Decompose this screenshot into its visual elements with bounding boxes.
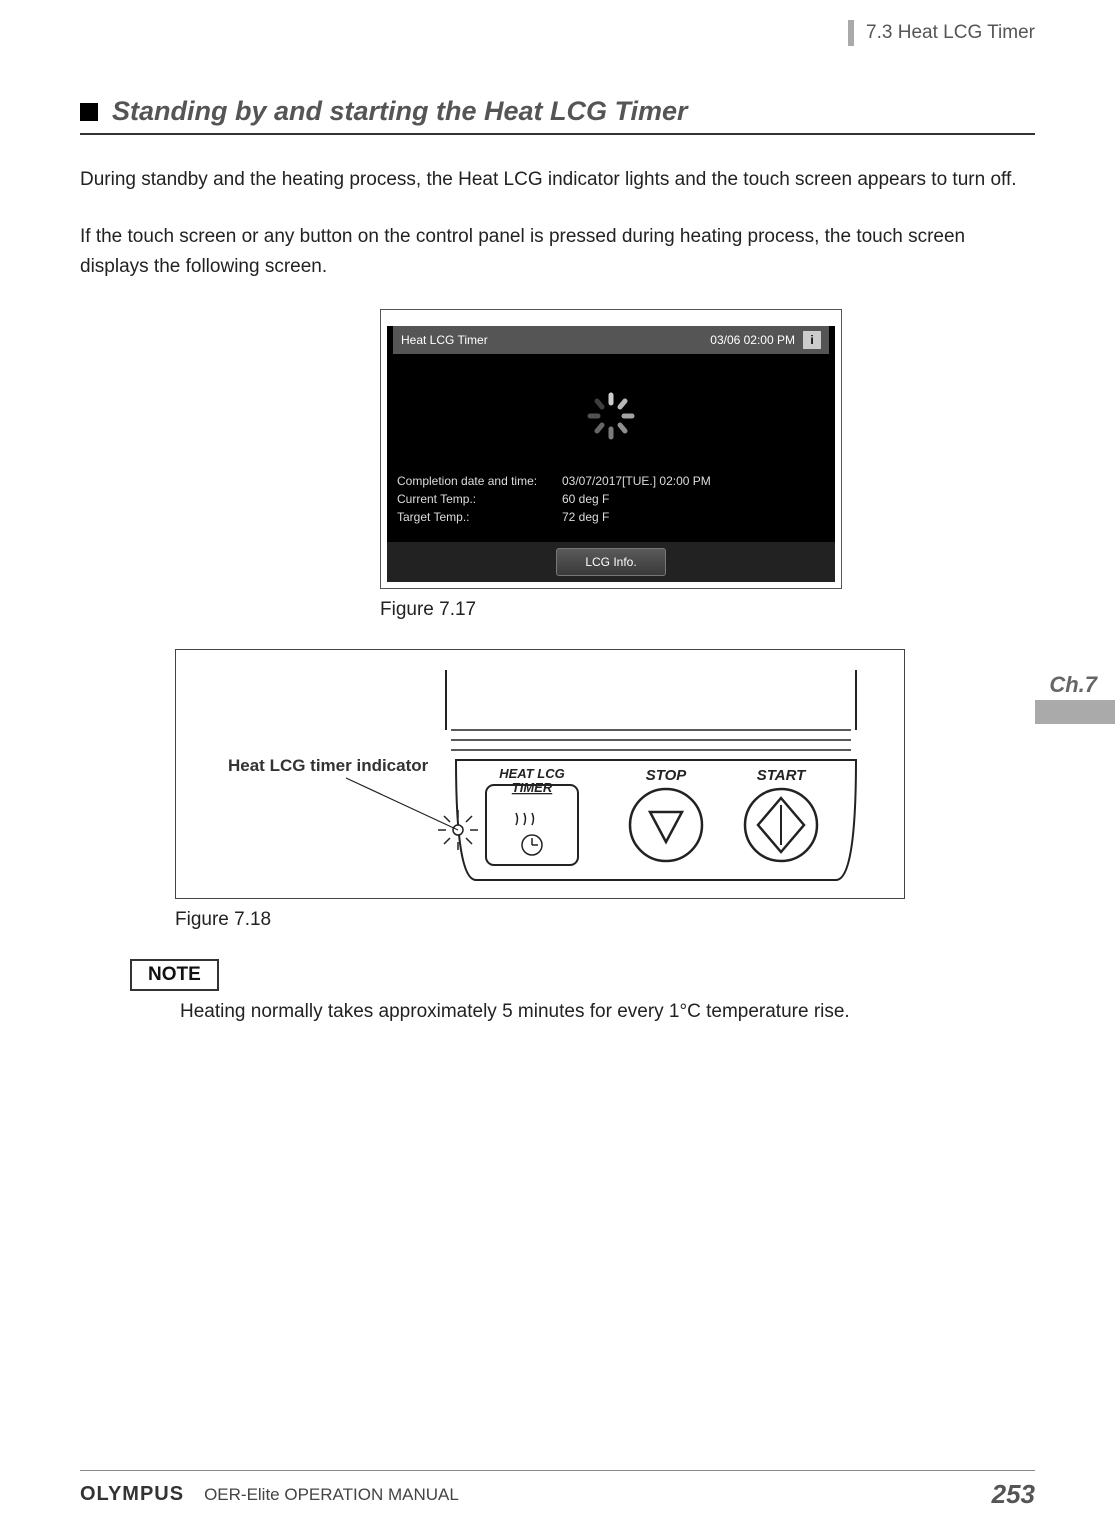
lcg-info-button[interactable]: LCG Info. bbox=[556, 548, 665, 576]
heat-lcg-timer-label-bottom: TIMER bbox=[512, 780, 553, 795]
touchscreen-header: Heat LCG Timer 03/06 02:00 PM i bbox=[393, 326, 829, 354]
touchscreen: Heat LCG Timer 03/06 02:00 PM i bbox=[387, 326, 835, 582]
chapter-tab: Ch.7 bbox=[1035, 672, 1115, 724]
current-temp-label: Current Temp.: bbox=[397, 490, 562, 508]
note-text: Heating normally takes approximately 5 m… bbox=[180, 1001, 1035, 1023]
brand-logo: OLYMPUS bbox=[80, 1483, 184, 1506]
page-number: 253 bbox=[992, 1479, 1035, 1510]
page-footer: OLYMPUS OER-Elite OPERATION MANUAL 253 bbox=[80, 1470, 1035, 1510]
figure-7-17-caption: Figure 7.17 bbox=[380, 599, 1035, 621]
figure-7-18-caption: Figure 7.18 bbox=[175, 909, 1035, 931]
section-heading: Standing by and starting the Heat LCG Ti… bbox=[80, 96, 1035, 135]
page-header: 7.3 Heat LCG Timer bbox=[80, 20, 1035, 46]
header-divider bbox=[848, 20, 854, 46]
heat-lcg-indicator-callout: Heat LCG timer indicator bbox=[228, 756, 428, 776]
touchscreen-body: Completion date and time: 03/07/2017[TUE… bbox=[387, 354, 835, 542]
figure-7-18: HEAT LCG TIMER STOP START Heat LCG timer… bbox=[175, 649, 905, 899]
square-bullet-icon bbox=[80, 103, 98, 121]
info-icon[interactable]: i bbox=[803, 331, 821, 349]
chapter-tab-block bbox=[1035, 700, 1115, 724]
heat-lcg-timer-label-top: HEAT LCG bbox=[499, 766, 564, 781]
header-section-text: 7.3 Heat LCG Timer bbox=[866, 22, 1035, 44]
section-title: Standing by and starting the Heat LCG Ti… bbox=[112, 96, 688, 127]
footer-manual-title: OER-Elite OPERATION MANUAL bbox=[204, 1485, 459, 1505]
touchscreen-title: Heat LCG Timer bbox=[401, 333, 488, 347]
loading-spinner-icon bbox=[397, 366, 825, 466]
current-temp-value: 60 deg F bbox=[562, 490, 609, 508]
completion-label: Completion date and time: bbox=[397, 472, 562, 490]
target-temp-label: Target Temp.: bbox=[397, 508, 562, 526]
touchscreen-datetime: 03/06 02:00 PM bbox=[710, 333, 795, 347]
target-temp-value: 72 deg F bbox=[562, 508, 609, 526]
paragraph-1: During standby and the heating process, … bbox=[80, 165, 1035, 194]
paragraph-2: If the touch screen or any button on the… bbox=[80, 222, 1035, 281]
stop-label: STOP bbox=[646, 767, 688, 784]
completion-value: 03/07/2017[TUE.] 02:00 PM bbox=[562, 472, 711, 490]
note-label: NOTE bbox=[130, 959, 219, 991]
start-label: START bbox=[757, 767, 807, 784]
touchscreen-button-bar: LCG Info. bbox=[387, 542, 835, 582]
figure-7-17: Heat LCG Timer 03/06 02:00 PM i bbox=[380, 309, 842, 589]
touchscreen-info: Completion date and time: 03/07/2017[TUE… bbox=[397, 466, 825, 536]
chapter-label: Ch.7 bbox=[1049, 672, 1115, 698]
